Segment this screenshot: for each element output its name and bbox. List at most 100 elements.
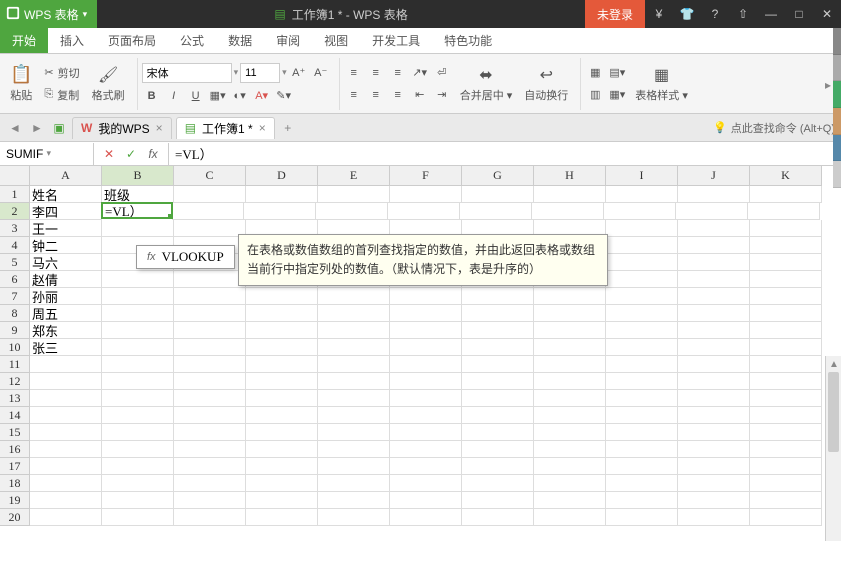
new-tab-icon[interactable]: + [279, 119, 297, 137]
cell-B17[interactable] [102, 458, 174, 475]
row-header-18[interactable]: 18 [0, 475, 30, 492]
cell-I7[interactable] [606, 288, 678, 305]
tab-special[interactable]: 特色功能 [432, 28, 504, 53]
cell-B12[interactable] [102, 373, 174, 390]
cell-H16[interactable] [534, 441, 606, 458]
align-center-icon[interactable]: ≡ [366, 86, 386, 104]
tab-insert[interactable]: 插入 [48, 28, 96, 53]
close-tab-icon[interactable]: × [156, 121, 163, 135]
cell-C11[interactable] [174, 356, 246, 373]
cell-A12[interactable] [30, 373, 102, 390]
cell-A1[interactable]: 姓名 [30, 186, 102, 203]
cell-C16[interactable] [174, 441, 246, 458]
cell-G11[interactable] [462, 356, 534, 373]
cell-D13[interactable] [246, 390, 318, 407]
cell-E2[interactable] [316, 203, 388, 220]
cell-H14[interactable] [534, 407, 606, 424]
cell-D1[interactable] [246, 186, 318, 203]
cell-B15[interactable] [102, 424, 174, 441]
col-header-J[interactable]: J [678, 166, 750, 186]
cell-K11[interactable] [750, 356, 822, 373]
cell-K8[interactable] [750, 305, 822, 322]
cell-C15[interactable] [174, 424, 246, 441]
cell-A9[interactable]: 郑东 [30, 322, 102, 339]
cell-A18[interactable] [30, 475, 102, 492]
highlight-button[interactable]: ✎▾ [274, 87, 294, 105]
cell-A5[interactable]: 马六 [30, 254, 102, 271]
tab-review[interactable]: 审阅 [264, 28, 312, 53]
cell-A17[interactable] [30, 458, 102, 475]
cell-I5[interactable] [606, 254, 678, 271]
cell-D16[interactable] [246, 441, 318, 458]
cell-F2[interactable] [388, 203, 460, 220]
cell-J7[interactable] [678, 288, 750, 305]
cell-H8[interactable] [534, 305, 606, 322]
cell-G2[interactable] [460, 203, 532, 220]
row-header-4[interactable]: 4 [0, 237, 30, 254]
cell-K15[interactable] [750, 424, 822, 441]
font-size-input[interactable] [240, 63, 280, 83]
paste-button[interactable]: 📋 粘贴 [6, 62, 36, 105]
cell-B18[interactable] [102, 475, 174, 492]
row-header-9[interactable]: 9 [0, 322, 30, 339]
cell-G20[interactable] [462, 509, 534, 526]
cell-B16[interactable] [102, 441, 174, 458]
col-header-F[interactable]: F [390, 166, 462, 186]
cell-B8[interactable] [102, 305, 174, 322]
align-bot-icon[interactable]: ≡ [388, 64, 408, 82]
border-button[interactable]: ▦▾ [208, 87, 228, 105]
cell-J9[interactable] [678, 322, 750, 339]
cell-I9[interactable] [606, 322, 678, 339]
col-header-A[interactable]: A [30, 166, 102, 186]
cell-A15[interactable] [30, 424, 102, 441]
cell-I4[interactable] [606, 237, 678, 254]
upload-icon[interactable]: ⇧ [729, 0, 757, 28]
cell-J10[interactable] [678, 339, 750, 356]
cell-I19[interactable] [606, 492, 678, 509]
cell-B1[interactable]: 班级 [102, 186, 174, 203]
cell-H12[interactable] [534, 373, 606, 390]
cell-F12[interactable] [390, 373, 462, 390]
fill-button[interactable]: ◐▾ [230, 87, 250, 105]
insert-icon[interactable]: ▤▾ [607, 64, 627, 82]
cell-A13[interactable] [30, 390, 102, 407]
cell-E13[interactable] [318, 390, 390, 407]
cell-A7[interactable]: 孙丽 [30, 288, 102, 305]
cell-B3[interactable] [102, 220, 174, 237]
minimize-icon[interactable]: — [757, 0, 785, 28]
cell-F14[interactable] [390, 407, 462, 424]
cell-D8[interactable] [246, 305, 318, 322]
cell-J14[interactable] [678, 407, 750, 424]
row-header-7[interactable]: 7 [0, 288, 30, 305]
cell-J11[interactable] [678, 356, 750, 373]
tab-workbook1[interactable]: ▤ 工作簿1 * × [176, 117, 275, 139]
cell-F15[interactable] [390, 424, 462, 441]
wraptext-icon[interactable]: ⏎ [432, 64, 452, 82]
tab-pagelayout[interactable]: 页面布局 [96, 28, 168, 53]
format-icon[interactable]: ▦ [585, 64, 605, 82]
name-box[interactable]: SUMIF ▾ [0, 143, 94, 165]
cell-A2[interactable]: 李四 [30, 203, 102, 220]
cell-D7[interactable] [246, 288, 318, 305]
cell-K10[interactable] [750, 339, 822, 356]
row-header-14[interactable]: 14 [0, 407, 30, 424]
formula-cancel-icon[interactable]: ✕ [100, 145, 118, 163]
cell-I20[interactable] [606, 509, 678, 526]
align-mid-icon[interactable]: ≡ [366, 64, 386, 82]
cell-E14[interactable] [318, 407, 390, 424]
col-header-K[interactable]: K [750, 166, 822, 186]
cell-A16[interactable] [30, 441, 102, 458]
cell-I3[interactable] [606, 220, 678, 237]
cell-F20[interactable] [390, 509, 462, 526]
cell-B10[interactable] [102, 339, 174, 356]
maximize-icon[interactable]: □ [785, 0, 813, 28]
cell-G16[interactable] [462, 441, 534, 458]
cell-K1[interactable] [750, 186, 822, 203]
cell-A11[interactable] [30, 356, 102, 373]
cell-B2[interactable]: =VL） [101, 202, 173, 219]
cell-F13[interactable] [390, 390, 462, 407]
row-header-10[interactable]: 10 [0, 339, 30, 356]
cell-A20[interactable] [30, 509, 102, 526]
align-top-icon[interactable]: ≡ [344, 64, 364, 82]
cell-F1[interactable] [390, 186, 462, 203]
